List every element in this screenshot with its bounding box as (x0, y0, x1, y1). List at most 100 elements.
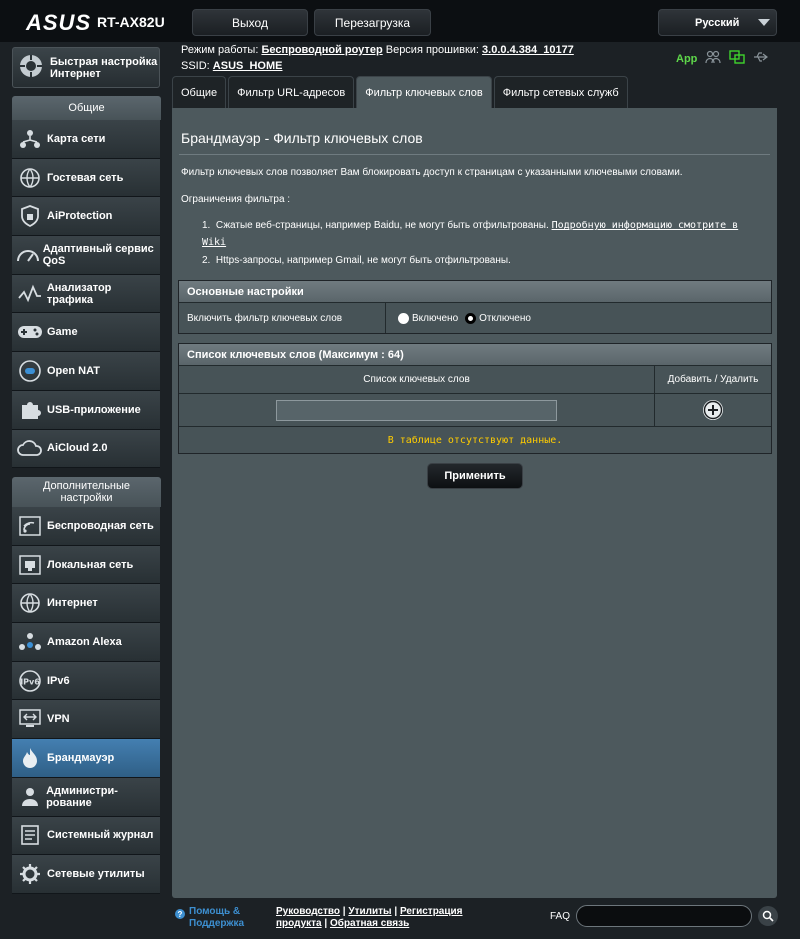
sidebar-item-syslog[interactable]: Системный журнал (12, 816, 160, 856)
syslog-icon (15, 820, 45, 850)
sidebar-label: Брандмауэр (47, 751, 115, 764)
registration-link[interactable]: Регистрация (400, 906, 463, 917)
globe-icon (15, 588, 45, 618)
sidebar-item-firewall[interactable]: Брандмауэр (12, 739, 160, 778)
sidebar-label: Amazon Alexa (47, 635, 122, 648)
limit-1: 1. Сжатые веб-страницы, например Baidu, … (202, 220, 739, 248)
logout-button[interactable]: Выход (192, 9, 308, 36)
limits-title: Ограничения фильтра : (181, 194, 291, 205)
sidebar-item-qos[interactable]: Адаптивный сервис QoS (12, 236, 160, 275)
help-support-link[interactable]: Помощь & Поддержка (189, 906, 244, 930)
language-select[interactable]: Русский (658, 9, 777, 36)
guest-network-icon (15, 163, 45, 193)
sidebar-item-network-tools[interactable]: Сетевые утилиты (12, 855, 160, 894)
gamepad-icon (15, 317, 45, 347)
enable-filter-row: Включить фильтр ключевых слов Включено О… (179, 302, 771, 333)
sidebar-label: VPN (47, 713, 70, 726)
traffic-analyzer-icon (15, 279, 45, 309)
enable-filter-label: Включить фильтр ключевых слов (179, 303, 386, 333)
sidebar-item-network-map[interactable]: Карта сети (12, 120, 160, 159)
limit-2-text: Https-запросы, например Gmail, не могут … (215, 255, 511, 266)
tab-network-services-filter[interactable]: Фильтр сетевых служб (493, 76, 628, 108)
firewall-icon (15, 743, 45, 773)
sidebar-item-open-nat[interactable]: Open NAT (12, 352, 160, 391)
sidebar-label: Карта сети (47, 132, 106, 145)
sidebar-item-alexa[interactable]: Amazon Alexa (12, 623, 160, 662)
keyword-list-header: Список ключевых слов (Максимум : 64) (179, 344, 771, 365)
wireless-icon (15, 511, 45, 541)
vpn-icon (15, 704, 45, 734)
radio-disabled[interactable] (465, 312, 477, 324)
advanced-menu: Беспроводная сеть Локальная сеть Интерне… (12, 507, 160, 894)
firmware-link[interactable]: 3.0.0.4.384_10177 (482, 44, 574, 56)
sidebar-label: AiCloud 2.0 (47, 442, 108, 455)
faq-search-input[interactable] (576, 905, 752, 927)
reboot-button[interactable]: Перезагрузка (314, 9, 431, 36)
sidebar-item-wireless[interactable]: Беспроводная сеть (12, 507, 160, 546)
keyword-columns: Список ключевых слов Добавить / Удалить (179, 365, 771, 393)
sidebar-label: Гостевая сеть (47, 171, 124, 184)
sidebar-item-aiprotection[interactable]: AiProtection (12, 197, 160, 237)
sidebar-label: Анализатор трафика (46, 281, 112, 306)
manual-link[interactable]: Руководство (276, 906, 340, 917)
ssid-link[interactable]: ASUS_HOME (213, 60, 283, 72)
quick-setup-button[interactable]: Быстрая настройка Интернет (12, 47, 160, 88)
sidebar-label: Сетевые утилиты (47, 868, 145, 881)
product-link[interactable]: продукта (276, 918, 322, 929)
sidebar-item-usb-app[interactable]: USB-приложение (12, 390, 160, 430)
page-title: Брандмауэр - Фильтр ключевых слов (181, 130, 423, 146)
faq-label: FAQ (550, 911, 571, 922)
language-value: Русский (695, 16, 740, 29)
sidebar-item-lan[interactable]: Локальная сеть (12, 545, 160, 585)
sidebar-label: Беспроводная сеть (47, 519, 154, 532)
empty-table-message: В таблице отсутствуют данные. (387, 434, 563, 446)
utilities-link[interactable]: Утилиты (348, 906, 391, 917)
column-add-delete: Добавить / Удалить (667, 374, 759, 385)
empty-row: В таблице отсутствуют данные. (179, 426, 771, 453)
network-status-icon[interactable] (729, 50, 746, 67)
sidebar-label: Open NAT (47, 364, 100, 377)
apply-button[interactable]: Применить (427, 463, 523, 489)
footer-links: Руководство | Утилиты | Регистрация прод… (276, 906, 463, 929)
sidebar-item-guest-network[interactable]: Гостевая сеть (12, 158, 160, 198)
description: Фильтр ключевых слов позволяет Вам блоки… (181, 167, 683, 178)
asus-logo: ASUS (26, 10, 92, 35)
general-section-title: Общие (12, 96, 161, 120)
tab-url-filter[interactable]: Фильтр URL-адресов (228, 76, 355, 108)
sidebar-item-vpn[interactable]: VPN (12, 700, 160, 740)
add-icon[interactable] (703, 400, 723, 420)
tab-keyword-filter[interactable]: Фильтр ключевых слов (356, 76, 492, 108)
status-icons: App (676, 50, 769, 67)
sidebar-item-admin[interactable]: Администри-рование (12, 777, 160, 817)
sidebar-item-internet[interactable]: Интернет (12, 584, 160, 624)
feedback-link[interactable]: Обратная связь (330, 918, 409, 929)
app-link[interactable]: App (676, 53, 697, 65)
tab-general[interactable]: Общие (172, 76, 227, 108)
firmware-label: Версия прошивки: (385, 44, 479, 56)
sidebar-item-aicloud[interactable]: AiCloud 2.0 (12, 429, 160, 469)
sidebar-item-game[interactable]: Game (12, 313, 160, 353)
radio-enabled-label: Включено (412, 312, 459, 324)
keyword-input-cell (179, 394, 655, 426)
sidebar-item-ipv6[interactable]: IPv6 IPv6 (12, 661, 160, 701)
radio-disabled-label: Отключено (479, 312, 531, 324)
title-divider (179, 154, 770, 155)
search-icon[interactable] (758, 906, 778, 926)
gauge-icon (15, 240, 41, 270)
usb-icon[interactable] (753, 50, 769, 67)
keyword-input[interactable] (276, 399, 557, 421)
add-cell (655, 394, 771, 426)
ipv6-icon: IPv6 (15, 666, 45, 696)
sidebar-label: Администри-рование (46, 784, 118, 809)
admin-icon (15, 782, 44, 812)
radio-enabled[interactable] (398, 312, 409, 324)
users-icon[interactable] (705, 50, 721, 67)
model-name: RT-AX82U (97, 14, 165, 30)
chevron-down-icon (758, 19, 770, 26)
sidebar-item-traffic-analyzer[interactable]: Анализатор трафика (12, 274, 160, 314)
footer: ? Помощь & Поддержка Руководство | Утили… (172, 900, 792, 939)
quick-setup-label: Быстрая настройка Интернет (50, 55, 158, 80)
mode-link[interactable]: Беспроводной роутер (261, 44, 382, 56)
sidebar-label: Системный журнал (47, 829, 154, 842)
content-panel: Брандмауэр - Фильтр ключевых слов Фильтр… (172, 108, 777, 898)
